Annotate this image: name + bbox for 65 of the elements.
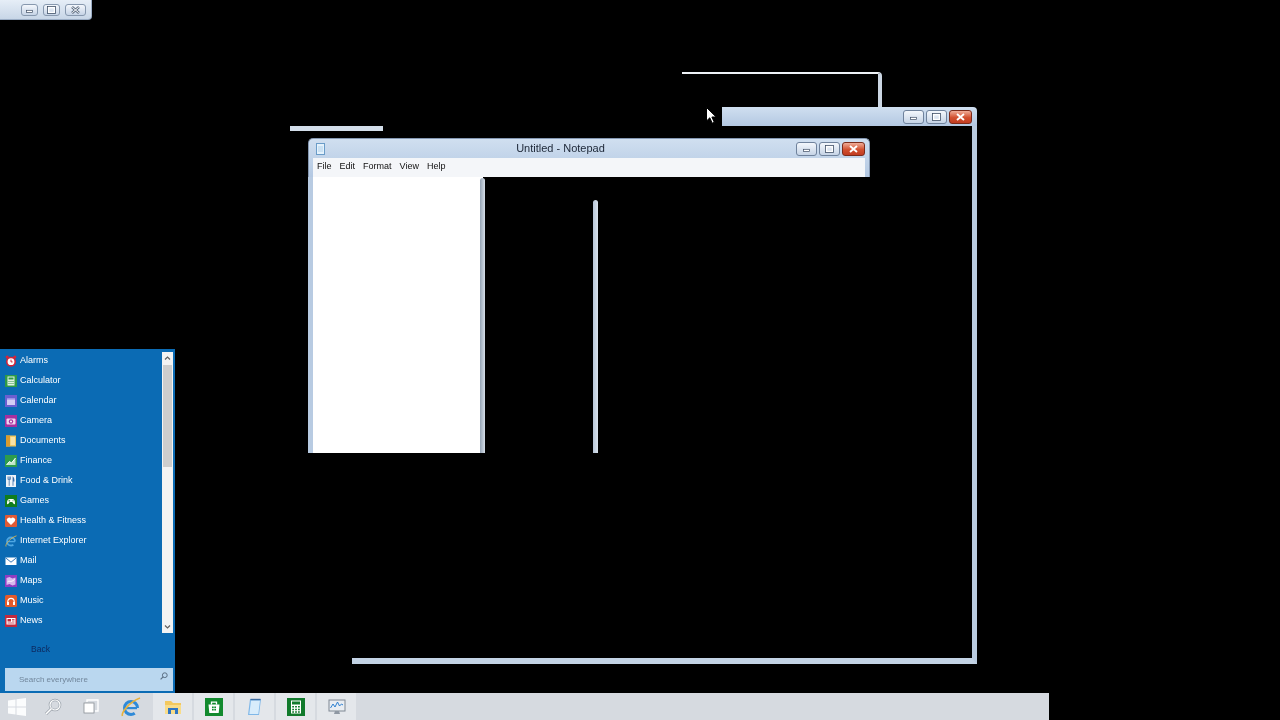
taskbar-button[interactable] — [276, 693, 315, 720]
app-list-item[interactable]: Health & Fitness — [0, 511, 162, 531]
scrollbar-thumb[interactable] — [163, 365, 172, 467]
e-logo-icon — [5, 535, 17, 547]
notepad-icon — [316, 142, 325, 155]
calendar-icon — [5, 395, 17, 407]
maximize-button[interactable] — [819, 141, 840, 156]
menu-item[interactable]: Help — [422, 159, 450, 172]
maximize-icon — [47, 5, 56, 14]
close-button[interactable] — [842, 141, 865, 156]
maximize-icon — [932, 112, 941, 121]
app-list-item[interactable]: Internet Explorer — [0, 531, 162, 551]
app-list-item[interactable]: Games — [0, 491, 162, 511]
app-list-item[interactable]: Camera — [0, 411, 162, 431]
heart-icon — [5, 515, 17, 527]
taskbar-button[interactable] — [194, 693, 233, 720]
app-list-item[interactable]: Calculator — [0, 371, 162, 391]
app-list-item[interactable]: Finance — [0, 451, 162, 471]
close-icon — [71, 5, 80, 14]
search-field[interactable]: Search everywhere — [5, 668, 173, 691]
app-list-item[interactable]: Music — [0, 591, 162, 611]
menu-item[interactable]: Edit — [335, 159, 360, 172]
map-icon — [5, 575, 17, 587]
folder-icon — [5, 435, 17, 447]
minimize-button[interactable] — [903, 109, 924, 124]
headphones-icon — [5, 595, 17, 607]
menu-item[interactable]: File — [313, 159, 336, 172]
mouse-pointer-icon — [706, 107, 717, 124]
taskbar-button[interactable] — [317, 693, 356, 720]
e-logo-icon — [120, 696, 141, 717]
shopping-bag-icon — [203, 696, 224, 717]
envelope-icon — [5, 555, 17, 567]
search-icon — [43, 696, 63, 717]
app-list-item[interactable]: Calendar — [0, 391, 162, 411]
newspaper-icon — [5, 615, 17, 627]
app-list-item[interactable]: Mail — [0, 551, 162, 571]
overlapping-squares-icon — [81, 696, 101, 717]
maximize-button[interactable] — [926, 109, 947, 124]
search-icon — [160, 672, 168, 680]
close-icon — [956, 112, 965, 121]
app-list-item[interactable]: Food & Drink — [0, 471, 162, 491]
menu-item[interactable]: Format — [359, 159, 396, 172]
app-list-item[interactable]: Maps — [0, 571, 162, 591]
close-icon — [849, 144, 858, 153]
minimize-button[interactable] — [796, 141, 817, 156]
fork-knife-icon — [5, 475, 17, 487]
maximize-button[interactable] — [43, 3, 60, 16]
taskbar-button[interactable] — [153, 693, 192, 720]
calculator-icon — [285, 696, 306, 717]
maximize-icon — [825, 144, 834, 153]
monitor-graph-icon — [326, 696, 347, 717]
line-chart-icon — [5, 455, 17, 467]
window-title: Untitled - Notepad — [516, 141, 605, 157]
menu-item[interactable]: View — [395, 159, 423, 172]
camera-icon — [5, 415, 17, 427]
app-list-item[interactable]: Alarms — [0, 351, 162, 371]
app-list-item[interactable]: News — [0, 611, 162, 631]
minimize-button[interactable] — [21, 3, 38, 16]
close-button[interactable] — [65, 3, 86, 16]
calculator-icon — [5, 375, 17, 387]
app-list-item[interactable]: Documents — [0, 431, 162, 451]
gamepad-icon — [5, 495, 17, 507]
window-panes-icon — [7, 696, 27, 717]
close-button[interactable] — [949, 109, 972, 124]
alarm-clock-icon — [5, 355, 17, 367]
